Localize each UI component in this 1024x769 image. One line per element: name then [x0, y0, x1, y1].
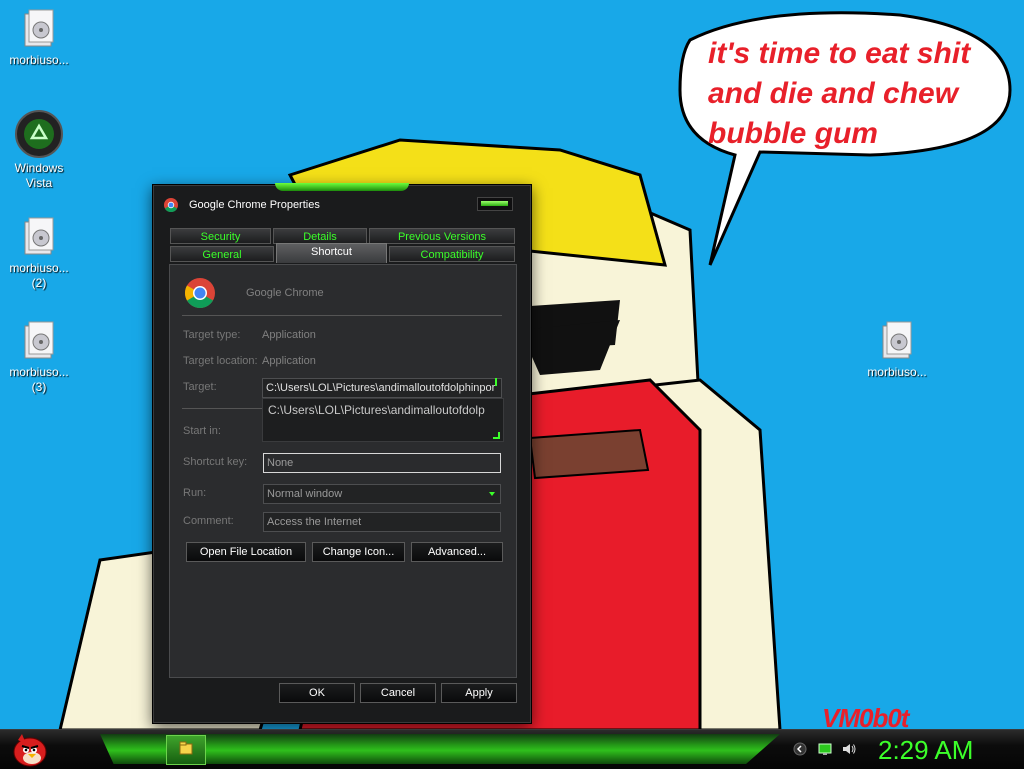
tab-security[interactable]: Security	[170, 228, 271, 244]
start-button[interactable]	[8, 730, 48, 768]
app-name: Google Chrome	[246, 287, 324, 299]
resize-grip-icon	[495, 378, 497, 386]
speech-line: bubble gum	[708, 117, 878, 150]
chrome-icon	[164, 198, 178, 212]
taskbar-explorer-button[interactable]	[166, 735, 206, 765]
shortcut-key-field[interactable]: None	[263, 453, 501, 473]
comment-field[interactable]: Access the Internet	[263, 512, 501, 532]
tab-previous-versions[interactable]: Previous Versions	[369, 228, 515, 244]
desktop-icon-label: morbiuso...	[9, 53, 69, 67]
speech-line: it's time to eat shit	[708, 37, 971, 70]
target-location-value: Application	[262, 355, 316, 367]
folder-icon	[19, 8, 59, 50]
target-type-value: Application	[262, 329, 316, 341]
volume-icon[interactable]	[842, 742, 856, 756]
desktop-icon-label: morbiuso... (2)	[9, 261, 69, 290]
recycle-bin-icon	[14, 110, 64, 158]
target-label: Target:	[183, 381, 217, 393]
chevron-left-icon[interactable]	[793, 742, 807, 756]
tab-details[interactable]: Details	[273, 228, 367, 244]
desktop-icon-label: morbiuso... (3)	[9, 365, 69, 394]
taskbar-clock[interactable]: 2:29 AM	[878, 735, 973, 765]
chevron-down-icon	[489, 492, 495, 496]
dialog-title: Google Chrome Properties	[189, 199, 320, 211]
target-location-label: Target location:	[183, 355, 258, 367]
dialog-titlebar[interactable]: Google Chrome Properties	[153, 185, 531, 225]
tab-general[interactable]: General	[170, 246, 274, 262]
tab-compatibility[interactable]: Compatibility	[389, 246, 515, 262]
desktop-icon-windows-vista[interactable]: Windows Vista	[0, 110, 78, 191]
comment-label: Comment:	[183, 515, 234, 527]
resize-corner-icon	[493, 432, 500, 439]
start-in-label: Start in:	[183, 425, 221, 437]
speech-line: and die and chew	[708, 77, 959, 110]
target-autocomplete[interactable]: C:\Users\LOL\Pictures\andimalloutofdolp	[262, 398, 504, 442]
run-label: Run:	[183, 487, 207, 499]
advanced-button[interactable]: Advanced...	[411, 542, 503, 562]
change-icon-button[interactable]: Change Icon...	[312, 542, 405, 562]
tab-shortcut[interactable]: Shortcut	[276, 243, 387, 263]
folder-icon	[179, 741, 193, 755]
desktop-icon-morbiuso[interactable]: morbiuso...	[0, 8, 78, 68]
target-type-label: Target type:	[183, 329, 241, 341]
folder-icon	[19, 320, 59, 362]
desktop-icon-label: morbiuso...	[867, 365, 927, 379]
taskbar: 2:29 AM	[0, 729, 1024, 769]
close-button[interactable]	[477, 197, 513, 211]
desktop-icon-label: Windows Vista	[14, 161, 64, 190]
ok-button[interactable]: OK	[279, 683, 355, 703]
folder-icon	[19, 216, 59, 258]
speech-bubble-text: it's time to eat shit and die and chew b…	[708, 34, 998, 154]
desktop-icon-morbiuso-3[interactable]: morbiuso... (3)	[0, 320, 78, 395]
desktop-icon-morbiuso-2[interactable]: morbiuso... (2)	[0, 216, 78, 291]
folder-icon	[877, 320, 917, 362]
properties-dialog: Google Chrome Properties Security Detail…	[152, 183, 532, 724]
run-select[interactable]: Normal window	[263, 484, 501, 504]
shortcut-key-label: Shortcut key:	[183, 456, 248, 468]
open-file-location-button[interactable]: Open File Location	[186, 542, 306, 562]
separator	[182, 315, 502, 316]
run-select-value: Normal window	[267, 488, 343, 500]
shortcut-panel: Google Chrome Target type: Application T…	[169, 264, 517, 678]
apply-button[interactable]: Apply	[441, 683, 517, 703]
target-field[interactable]: C:\Users\LOL\Pictures\andimalloutofdolph…	[262, 378, 502, 398]
desktop-icon-morbiuso-right[interactable]: morbiuso...	[858, 320, 936, 380]
cancel-button[interactable]: Cancel	[360, 683, 436, 703]
separator	[182, 408, 262, 409]
network-icon[interactable]	[818, 742, 832, 756]
chrome-icon	[184, 278, 215, 309]
close-icon	[481, 201, 508, 206]
